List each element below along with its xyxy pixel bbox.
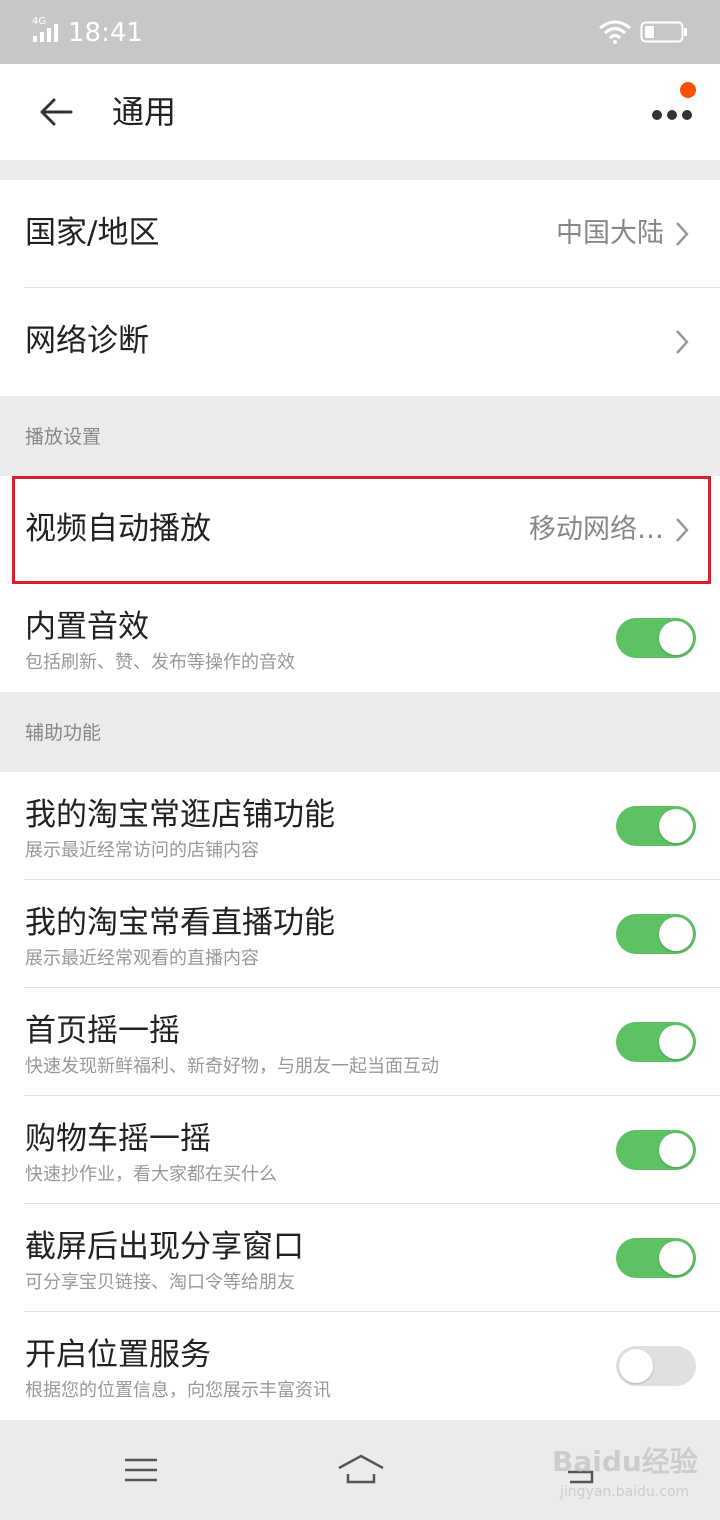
back-button[interactable] [26,82,86,142]
country-region-row[interactable]: 国家/地区 中国大陆 [0,180,720,288]
network-diagnosis-label: 网络诊断 [25,323,149,359]
assist-group: 我的淘宝常逛店铺功能 展示最近经常访问的店铺内容 我的淘宝常看直播功能 展示最近… [0,772,720,1420]
toggle-knob [659,621,693,655]
frequent-shops-description: 展示最近经常访问的店铺内容 [25,840,259,861]
location-service-label: 开启位置服务 [25,1337,211,1373]
home-shake-toggle[interactable] [616,1022,696,1062]
home-shake-row: 首页摇一摇 快速发现新鲜福利、新奇好物，与朋友一起当面互动 [0,988,720,1096]
clock-time: 18:41 [68,18,143,48]
location-service-toggle[interactable] [616,1346,696,1386]
toggle-knob [619,1349,653,1383]
builtin-sound-label: 内置音效 [25,609,149,645]
status-bar: 4G 18:41 [0,0,720,64]
frequent-shops-label: 我的淘宝常逛店铺功能 [25,797,335,833]
frequent-shops-toggle[interactable] [616,806,696,846]
signal-icon: 4G [32,16,58,42]
toggle-knob [659,1241,693,1275]
screenshot-share-description: 可分享宝贝链接、淘口令等给朋友 [25,1272,295,1293]
frequent-live-description: 展示最近经常观看的直播内容 [25,948,259,969]
more-dot-icon [652,110,662,120]
builtin-sound-description: 包括刷新、赞、发布等操作的音效 [25,652,295,673]
screenshot-share-label: 截屏后出现分享窗口 [25,1229,304,1265]
cart-shake-row: 购物车摇一摇 快速抄作业，看大家都在买什么 [0,1096,720,1204]
wifi-icon [599,20,631,44]
location-service-row: 开启位置服务 根据您的位置信息，向您展示丰富资讯 [0,1312,720,1420]
cart-shake-toggle[interactable] [616,1130,696,1170]
home-shake-label: 首页摇一摇 [25,1013,180,1049]
builtin-sound-toggle[interactable] [616,618,696,658]
toggle-knob [659,1133,693,1167]
cart-shake-label: 购物车摇一摇 [25,1121,211,1157]
section-label-playback: 播放设置 [25,426,102,448]
region-group: 国家/地区 中国大陆 网络诊断 [0,180,720,396]
more-dot-icon [667,110,677,120]
country-region-label: 国家/地区 [25,215,160,251]
chevron-right-icon [676,222,689,246]
app-bar: 通用 [0,64,720,160]
screenshot-share-toggle[interactable] [616,1238,696,1278]
menu-icon[interactable] [122,1450,160,1490]
frequent-live-label: 我的淘宝常看直播功能 [25,905,335,941]
watermark: Baidu经验 [552,1445,698,1478]
watermark-url: jingyan.baidu.com [560,1484,690,1500]
chevron-right-icon [676,330,689,354]
more-options-button[interactable] [640,82,704,142]
toggle-knob [659,917,693,951]
notification-badge [680,82,696,98]
battery-icon [640,21,687,43]
arrow-left-icon [40,98,73,126]
cart-shake-description: 快速抄作业，看大家都在买什么 [25,1164,277,1185]
home-icon[interactable] [336,1450,386,1490]
highlight-box [12,476,711,584]
frequent-live-row: 我的淘宝常看直播功能 展示最近经常观看的直播内容 [0,880,720,988]
home-shake-description: 快速发现新鲜福利、新奇好物，与朋友一起当面互动 [25,1056,439,1077]
more-dot-icon [682,110,692,120]
toggle-knob [659,809,693,843]
page-title: 通用 [112,93,177,131]
screenshot-share-row: 截屏后出现分享窗口 可分享宝贝链接、淘口令等给朋友 [0,1204,720,1312]
country-region-value: 中国大陆 [556,218,664,249]
frequent-live-toggle[interactable] [616,914,696,954]
frequent-shops-row: 我的淘宝常逛店铺功能 展示最近经常访问的店铺内容 [0,772,720,880]
svg-text:4G: 4G [32,16,46,27]
builtin-sound-row: 内置音效 包括刷新、赞、发布等操作的音效 [0,584,720,692]
toggle-knob [659,1025,693,1059]
section-label-assist: 辅助功能 [25,722,102,744]
location-service-description: 根据您的位置信息，向您展示丰富资讯 [25,1380,331,1401]
network-diagnosis-row[interactable]: 网络诊断 [0,288,720,396]
